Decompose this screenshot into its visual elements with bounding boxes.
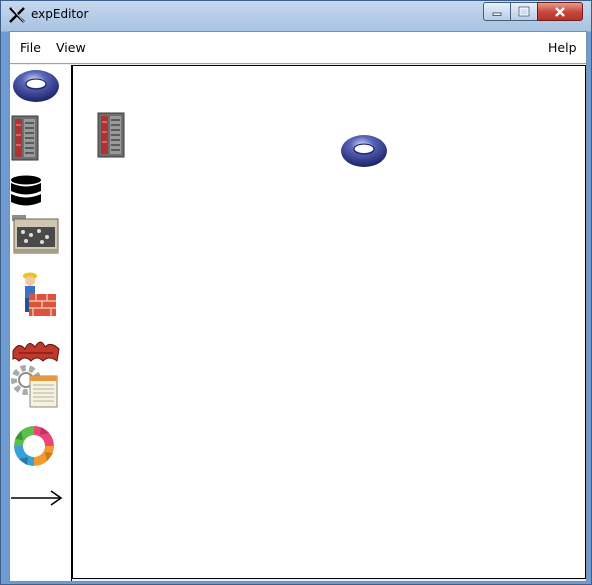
torus-icon <box>341 135 387 167</box>
editor-canvas[interactable] <box>72 65 586 579</box>
component-palette <box>10 65 72 581</box>
red-text-logo-icon <box>12 341 60 362</box>
title-bar[interactable]: expEditor <box>1 1 591 29</box>
palette-item-torus[interactable] <box>10 67 70 105</box>
close-button[interactable] <box>537 2 583 21</box>
close-icon <box>555 6 565 17</box>
palette-item-settings[interactable] <box>10 363 70 411</box>
palette-item-server[interactable] <box>10 115 70 163</box>
minimize-icon <box>492 12 502 16</box>
hardware-board-icon <box>12 215 59 254</box>
menu-bar: File View Help <box>10 32 586 64</box>
torus-icon <box>13 70 59 102</box>
menu-view[interactable]: View <box>56 40 86 55</box>
window-title: expEditor <box>31 7 89 21</box>
palette-item-red-logo[interactable] <box>10 337 70 365</box>
arrow-connector-icon <box>11 490 63 506</box>
palette-item-arrow[interactable] <box>10 485 70 515</box>
app-window: expEditor File View Help <box>0 0 592 585</box>
menu-help[interactable]: Help <box>548 40 577 55</box>
menu-file[interactable]: File <box>20 40 41 55</box>
server-rack-icon <box>97 112 125 158</box>
maximize-icon <box>518 6 530 17</box>
client-area: File View Help <box>9 31 587 582</box>
builder-worker-icon <box>23 272 56 316</box>
x-logo-icon <box>9 7 25 23</box>
palette-item-builder[interactable] <box>10 270 70 322</box>
database-icon <box>11 175 41 206</box>
palette-item-board[interactable] <box>10 213 70 257</box>
canvas-node-torus[interactable] <box>339 133 389 173</box>
server-rack-icon <box>11 115 39 161</box>
maximize-button[interactable] <box>510 2 538 21</box>
canvas-node-server[interactable] <box>97 112 125 162</box>
minimize-button[interactable] <box>483 2 511 21</box>
settings-form-icon <box>11 365 58 408</box>
cycle-arrows-icon <box>14 426 54 466</box>
palette-item-cycle[interactable] <box>10 423 70 471</box>
palette-item-database[interactable] <box>10 175 70 213</box>
